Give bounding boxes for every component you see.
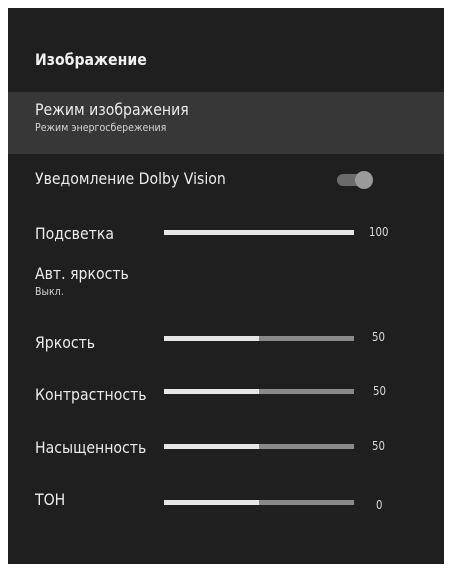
saturation-label: Насыщенность <box>35 438 147 457</box>
toggle-knob <box>355 171 373 189</box>
auto-brightness-label: Авт. яркость <box>35 264 129 283</box>
picture-settings-panel: Изображение Режим изображения Режим энер… <box>8 8 444 564</box>
picture-mode-label: Режим изображения <box>35 100 189 119</box>
contrast-slider-fill <box>164 389 259 394</box>
brightness-value: 50 <box>372 330 385 344</box>
tint-slider-fill <box>164 500 259 505</box>
saturation-slider[interactable] <box>164 444 354 449</box>
saturation-value: 50 <box>372 439 385 453</box>
dolby-vision-toggle[interactable] <box>337 171 373 189</box>
backlight-slider-fill <box>164 230 354 235</box>
panel-title: Изображение <box>35 50 147 69</box>
auto-brightness-value: Выкл. <box>35 285 64 298</box>
brightness-label: Яркость <box>35 333 96 352</box>
tint-value: 0 <box>376 498 383 512</box>
picture-mode-value: Режим энергосбережения <box>35 121 167 134</box>
brightness-slider[interactable] <box>164 336 354 341</box>
dolby-vision-notification-label: Уведомление Dolby Vision <box>35 169 226 188</box>
contrast-label: Контрастность <box>35 385 147 404</box>
contrast-slider[interactable] <box>164 389 354 394</box>
tint-slider[interactable] <box>164 500 354 505</box>
saturation-slider-fill <box>164 444 259 449</box>
tint-label: ТОН <box>35 490 66 509</box>
contrast-value: 50 <box>373 384 386 398</box>
brightness-slider-fill <box>164 336 259 341</box>
backlight-value: 100 <box>369 225 389 239</box>
backlight-label: Подсветка <box>35 224 114 243</box>
backlight-slider[interactable] <box>164 230 354 235</box>
